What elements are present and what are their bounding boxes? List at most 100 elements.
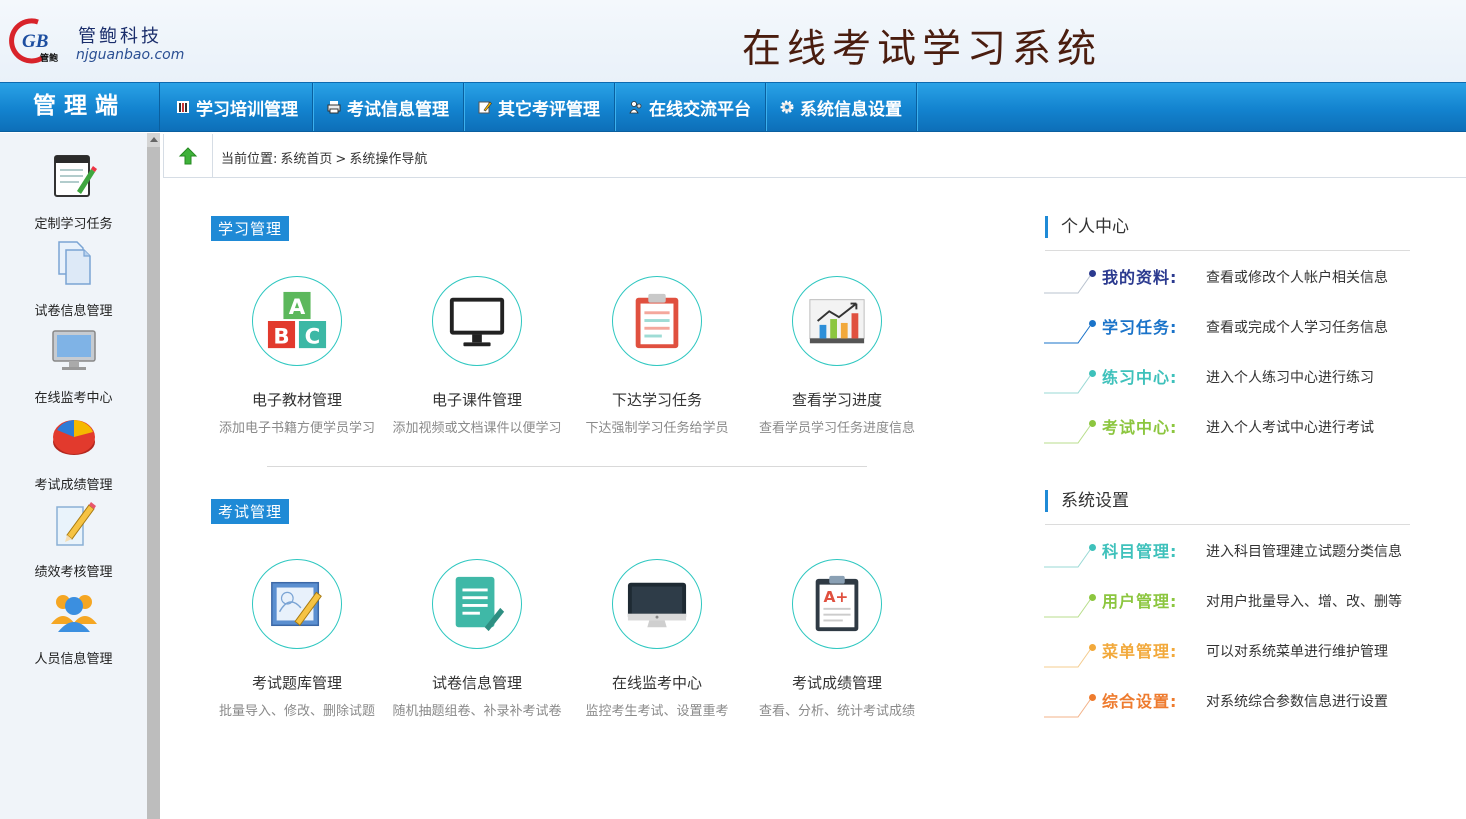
tile-title: 试卷信息管理: [431, 674, 522, 692]
notepad-pencil-icon: [53, 155, 97, 197]
nav-item-online-exchange[interactable]: 在线交流平台: [615, 83, 766, 131]
personal-desc: 查看或修改个人帐户相关信息: [1206, 270, 1388, 286]
personal-row-exam-center[interactable]: 考试中心: 进入个人考试中心进行考试: [1044, 414, 1444, 454]
personal-key-practice-center[interactable]: 练习中心:: [1102, 364, 1177, 388]
tile-description: 随机抽题组卷、补录补考试卷: [392, 704, 562, 719]
system-title: 在线考试学习系统: [742, 27, 1103, 72]
svg-text:C: C: [305, 324, 321, 349]
bullet-dot: [1089, 694, 1096, 701]
sidebar: 定制学习任务 试卷信息管理 在线监考中心 考试成绩管理 绩效考核管理 人员信息管…: [0, 133, 147, 819]
personal-row-study-task[interactable]: 学习任务: 查看或完成个人学习任务信息: [1044, 314, 1444, 354]
personal-key-my-profile[interactable]: 我的资料:: [1102, 264, 1177, 288]
settings-row-menu[interactable]: 菜单管理: 可以对系统菜单进行维护管理: [1044, 638, 1444, 678]
settings-desc: 可以对系统菜单进行维护管理: [1206, 644, 1388, 660]
exam-section-tag: 考试管理: [211, 499, 290, 524]
system-settings-underline: [1045, 524, 1410, 525]
book-icon: [177, 101, 189, 113]
scrollbar-thumb[interactable]: [147, 147, 160, 819]
tile-e-courseware[interactable]: 电子课件管理 添加视频或文档课件以便学习: [387, 276, 567, 436]
tile-description: 监控考生考试、设置重考: [585, 704, 729, 719]
leader-line-icon: [1044, 375, 1090, 394]
personal-row-practice-center[interactable]: 练习中心: 进入个人练习中心进行练习: [1044, 364, 1444, 404]
settings-key-user[interactable]: 用户管理:: [1102, 588, 1177, 612]
tile-title: 考试题库管理: [251, 674, 342, 692]
scroll-up-arrow-icon[interactable]: [150, 137, 158, 142]
svg-text:A: A: [289, 295, 306, 320]
abc-blocks-icon: A B C: [267, 291, 327, 349]
settings-row-general[interactable]: 综合设置: 对系统综合参数信息进行设置: [1044, 688, 1444, 728]
bullet-dot: [1089, 420, 1096, 427]
breadcrumb-home-link[interactable]: 系统首页: [280, 152, 332, 167]
clipboard-icon: [635, 293, 679, 349]
svg-text:GB: GB: [22, 31, 48, 52]
admin-label: 管理端: [0, 83, 160, 131]
tile-title: 查看学习进度: [791, 391, 882, 409]
study-section-tag: 学习管理: [211, 216, 290, 241]
nav-item-label: 学习培训管理: [196, 99, 298, 120]
pie-chart-icon: [52, 420, 95, 455]
personal-center-underline: [1045, 250, 1410, 251]
sidebar-item-custom-study-task[interactable]: 定制学习任务: [0, 141, 147, 232]
tile-e-textbook[interactable]: A B C 电子教材管理 添加电子书籍方便学员学习: [207, 276, 387, 436]
personal-key-study-task[interactable]: 学习任务:: [1102, 314, 1177, 338]
sidebar-scrollbar[interactable]: [147, 133, 160, 819]
nav-item-exam-info[interactable]: 考试信息管理: [313, 83, 464, 131]
tile-question-bank[interactable]: 考试题库管理 批量导入、修改、删除试题: [207, 559, 387, 719]
breadcrumb-text: 当前位置: 系统首页 > 系统操作导航: [221, 148, 430, 167]
personal-row-my-profile[interactable]: 我的资料: 查看或修改个人帐户相关信息: [1044, 264, 1444, 304]
settings-key-general[interactable]: 综合设置:: [1102, 688, 1177, 712]
tile-study-progress[interactable]: 查看学习进度 查看学员学习任务进度信息: [747, 276, 927, 436]
tile-icon-circle: [432, 276, 522, 366]
sidebar-item-performance[interactable]: 绩效考核管理: [0, 489, 147, 580]
bullet-dot: [1089, 320, 1096, 327]
bullet-dot: [1089, 370, 1096, 377]
settings-row-subject[interactable]: 科目管理: 进入科目管理建立试题分类信息: [1044, 538, 1444, 578]
settings-key-subject[interactable]: 科目管理:: [1102, 538, 1177, 562]
tile-exam-score[interactable]: A+ 考试成绩管理 查看、分析、统计考试成绩: [747, 559, 927, 719]
tile-icon-circle: [612, 559, 702, 649]
tile-assign-study-task[interactable]: 下达学习任务 下达强制学习任务给学员: [567, 276, 747, 436]
sidebar-item-exam-score[interactable]: 考试成绩管理: [0, 402, 147, 493]
breadcrumb-prefix: 当前位置:: [221, 152, 278, 167]
documents-icon: [57, 241, 91, 285]
breadcrumb-up-button[interactable]: [164, 134, 213, 177]
imac-icon: [627, 582, 687, 628]
header: GB 管鲍 管鲍科技 njguanbao.com 在线考试学习系统: [0, 0, 1466, 82]
nav-item-other-evaluation[interactable]: 其它考评管理: [464, 83, 615, 131]
tile-online-proctor[interactable]: 在线监考中心 监控考生考试、设置重考: [567, 559, 747, 719]
breadcrumb: 当前位置: 系统首页 > 系统操作导航: [163, 134, 1466, 178]
personal-key-exam-center[interactable]: 考试中心:: [1102, 414, 1177, 438]
tile-description: 查看、分析、统计考试成绩: [758, 704, 915, 719]
top-nav-bar: 管理端 学习培训管理 考试信息管理 其它考评管理 在线交流平台 系统信息设置: [0, 82, 1466, 132]
leader-line-icon: [1044, 599, 1090, 618]
sidebar-item-online-proctor[interactable]: 在线监考中心: [0, 315, 147, 406]
nav-item-label: 在线交流平台: [649, 99, 751, 120]
people-icon: [629, 101, 642, 114]
sidebar-item-personnel[interactable]: 人员信息管理: [0, 576, 147, 667]
tile-description: 添加视频或文档课件以便学习: [392, 421, 562, 436]
company-name: 管鲍科技: [78, 26, 162, 47]
nav-item-study-training[interactable]: 学习培训管理: [162, 83, 313, 131]
nav-item-label: 考试信息管理: [347, 99, 449, 120]
leader-line-icon: [1044, 699, 1090, 718]
users-icon: [50, 595, 97, 632]
tile-description: 查看学员学习任务进度信息: [758, 421, 915, 436]
tile-title: 在线监考中心: [611, 674, 702, 692]
nav-menu: 学习培训管理 考试信息管理 其它考评管理 在线交流平台 系统信息设置: [162, 83, 917, 131]
tile-paper-info[interactable]: 试卷信息管理 随机抽题组卷、补录补考试卷: [387, 559, 567, 719]
nav-item-system-settings[interactable]: 系统信息设置: [766, 83, 917, 131]
settings-row-user[interactable]: 用户管理: 对用户批量导入、增、改、删等: [1044, 588, 1444, 628]
settings-desc: 进入科目管理建立试题分类信息: [1206, 544, 1402, 560]
breadcrumb-current: 系统操作导航: [349, 152, 428, 167]
sidebar-item-paper-info[interactable]: 试卷信息管理: [0, 228, 147, 319]
tile-title: 电子课件管理: [431, 391, 522, 409]
tile-title: 电子教材管理: [251, 391, 342, 409]
settings-key-menu[interactable]: 菜单管理:: [1102, 638, 1177, 662]
tile-description: 添加电子书籍方便学员学习: [218, 421, 375, 436]
breadcrumb-separator: >: [335, 152, 347, 167]
svg-text:管鲍: 管鲍: [40, 52, 58, 64]
personal-desc: 查看或完成个人学习任务信息: [1206, 320, 1388, 336]
nav-item-label: 系统信息设置: [800, 99, 902, 120]
tile-icon-circle: A+: [792, 559, 882, 649]
grade-clipboard-icon: A+: [815, 575, 859, 632]
